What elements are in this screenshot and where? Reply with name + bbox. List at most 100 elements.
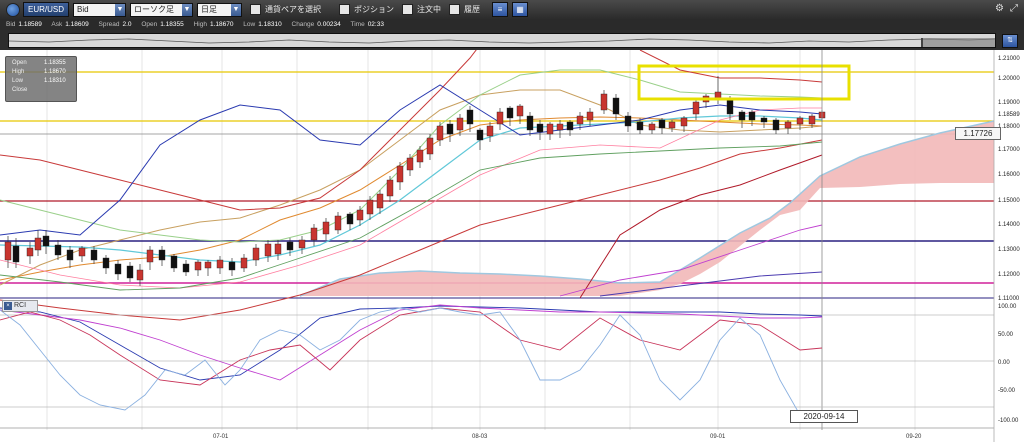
- quote-low-value: 1.18310: [258, 21, 282, 28]
- candle-body: [426, 137, 434, 155]
- quote-ask-label: Ask: [51, 21, 63, 28]
- price-axis: 1.21000 1.20000 1.19000 1.18589 1.18000 …: [998, 56, 1020, 302]
- candle-body: [546, 123, 554, 135]
- candle-body: [4, 241, 12, 261]
- price-tick-label: 1.13000: [998, 247, 1020, 253]
- candle-body: [556, 123, 564, 131]
- candle-body: [376, 193, 384, 209]
- candle-body: [126, 265, 134, 279]
- candle-body: [264, 243, 272, 257]
- candle-body: [668, 121, 676, 129]
- navigator-track[interactable]: [8, 33, 996, 48]
- candle-body: [310, 227, 318, 241]
- history-checkbox[interactable]: [449, 4, 461, 15]
- quote-open-label: Open: [141, 21, 158, 28]
- candle-body: [90, 249, 98, 261]
- candle-body: [204, 261, 212, 269]
- chart-area[interactable]: 1.21000 1.20000 1.19000 1.18589 1.18000 …: [0, 44, 1024, 442]
- candle-body: [274, 243, 282, 255]
- crosshair-date-tag: 2020-09-14: [790, 410, 858, 423]
- candle-body: [586, 111, 594, 121]
- chart-type-select[interactable]: ローソク足 ▼: [130, 2, 194, 17]
- candle-body: [26, 247, 34, 257]
- candle-body: [648, 123, 656, 131]
- candle-body: [612, 97, 620, 115]
- candle-body: [42, 235, 50, 247]
- quote-time-value: 02:33: [367, 21, 384, 28]
- navigator-bar: ⇅: [0, 30, 1024, 50]
- position-label: ポジション: [354, 5, 395, 14]
- candle-body: [194, 261, 202, 271]
- indicator-settings-icon[interactable]: ≡: [492, 2, 509, 17]
- candle-body: [692, 101, 700, 115]
- candle-body: [286, 241, 294, 251]
- quote-high-label: High: [193, 21, 207, 28]
- price-tick-label: 1.20000: [998, 76, 1020, 82]
- chevron-down-icon: ▼: [182, 3, 193, 16]
- senkou-span-a: [579, 154, 823, 299]
- candle-body: [34, 237, 42, 251]
- candle-body: [12, 245, 20, 263]
- candle-body: [366, 199, 374, 215]
- quote-bid-value: 1.18589: [18, 21, 42, 28]
- drawing-tools-icon[interactable]: ▦: [512, 2, 529, 17]
- candle-body: [346, 213, 354, 225]
- price-tick-label: 1.15000: [998, 198, 1020, 204]
- candle-body: [760, 117, 768, 123]
- candle-body: [436, 125, 444, 141]
- candle-body: [486, 125, 494, 137]
- candle-body: [636, 121, 644, 131]
- candle-body: [738, 111, 746, 121]
- ohlc-open-value: 1.18355: [44, 60, 66, 66]
- rci-panel-label[interactable]: × RCI: [2, 300, 38, 312]
- position-checkbox[interactable]: [339, 4, 351, 15]
- chevron-down-icon: ▼: [115, 3, 126, 16]
- gear-icon[interactable]: ⚙: [995, 3, 1004, 14]
- date-tick-label: 07-01: [213, 434, 229, 440]
- quote-bid-label: Bid: [6, 21, 16, 28]
- quote-high-value: 1.18670: [209, 21, 234, 28]
- expand-icon[interactable]: ⤢: [1010, 3, 1018, 14]
- period-value: 日足: [201, 4, 218, 14]
- candle-body: [252, 247, 260, 261]
- candle-body: [158, 249, 166, 261]
- rci-tick-label: -50.00: [998, 388, 1016, 394]
- candle-body: [416, 149, 424, 163]
- history-label: 履歴: [464, 5, 481, 14]
- select-pair-checkbox[interactable]: [250, 4, 262, 15]
- moving-average-mid: [0, 116, 823, 281]
- price-type-select[interactable]: Bid ▼: [73, 2, 127, 17]
- candle-body: [576, 115, 584, 125]
- ohlc-info-panel: Open 1.18355 High 1.18670 Low 1.18310 Close: [5, 56, 77, 102]
- quote-spread-label: Spread: [98, 21, 120, 28]
- candle-body: [624, 115, 632, 127]
- candle-body: [772, 119, 780, 131]
- candle-body: [356, 209, 364, 221]
- navigator-handle[interactable]: [921, 38, 995, 47]
- order-checkbox[interactable]: [402, 4, 414, 15]
- rci-tick-label: 0.00: [998, 360, 1010, 366]
- candle-body: [136, 269, 144, 281]
- candle-body: [496, 111, 504, 125]
- main-chart-svg: 1.21000 1.20000 1.19000 1.18589 1.18000 …: [0, 44, 1020, 442]
- trend-line-1: [559, 224, 823, 297]
- candle-body: [102, 257, 110, 269]
- period-select[interactable]: 日足 ▼: [197, 2, 243, 17]
- candle-body: [516, 105, 524, 117]
- navigator-menu-icon[interactable]: ⇅: [1002, 34, 1018, 48]
- candle-body: [228, 261, 236, 271]
- order-label: 注文中: [417, 5, 442, 14]
- ohlc-open-label: Open: [12, 60, 27, 66]
- candle-body: [386, 179, 394, 197]
- date-tick-label: 09-20: [906, 434, 922, 440]
- price-tick-label: 1.14000: [998, 222, 1020, 228]
- candle-body: [796, 117, 804, 125]
- candle-body: [680, 117, 688, 127]
- close-icon[interactable]: ×: [4, 302, 12, 310]
- bollinger-upper-1: [0, 69, 823, 243]
- price-tick-label: 1.12000: [998, 272, 1020, 278]
- candle-body: [456, 117, 464, 131]
- candle-body: [714, 91, 722, 99]
- symbol-button[interactable]: EUR/USD: [23, 2, 70, 17]
- candle-body: [298, 239, 306, 249]
